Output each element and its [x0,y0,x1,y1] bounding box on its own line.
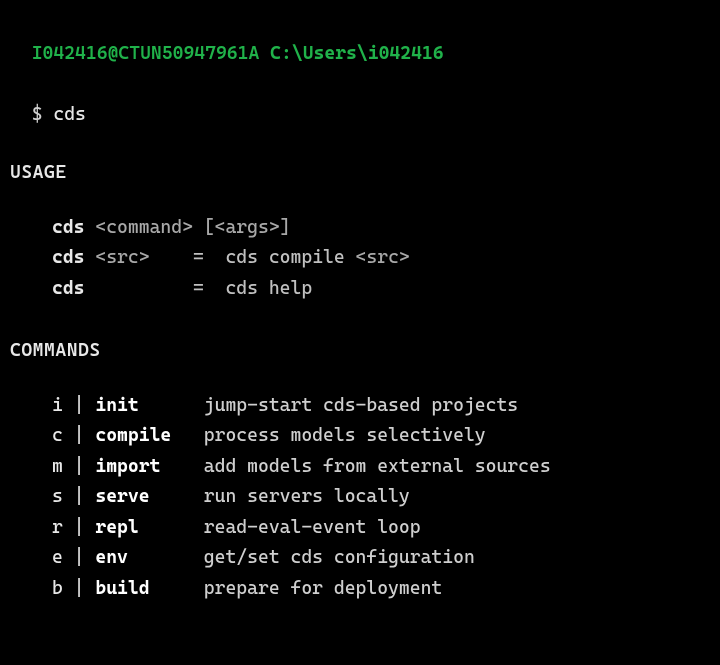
pipe-separator: | [63,395,96,416]
command-name: compile [95,425,203,446]
pipe-separator: | [63,547,96,568]
command-row: s | serve run servers locally [10,482,710,513]
command-alias: m [52,456,63,477]
command-desc: process models selectively [204,425,486,446]
command-name: serve [95,486,203,507]
command-alias: c [52,425,63,446]
usage-arg: <src> [95,247,149,268]
usage-row: cds = cds help [10,274,710,305]
command-desc: read-eval-event loop [204,517,421,538]
command-name: init [95,395,203,416]
command-desc: add models from external sources [204,456,551,477]
usage-header: USAGE [10,158,710,189]
usage-row: cds <src> = cds compile <src> [10,243,710,274]
command-alias: e [52,547,63,568]
command-alias: r [52,517,63,538]
command-desc: run servers locally [204,486,410,507]
command-desc: jump-start cds-based projects [204,395,518,416]
command-row: m | import add models from external sour… [10,452,710,483]
pipe-separator: | [63,425,96,446]
usage-row: cds <command> [<args>] [10,213,710,244]
commands-block: i | init jump-start cds-based projectsc … [10,391,710,605]
pipe-separator: | [63,578,96,599]
command-alias: i [52,395,63,416]
prompt-symbol: $ [32,104,43,125]
pipe-separator: | [63,517,96,538]
command-line[interactable]: $ cds [10,69,710,130]
typed-command: cds [53,104,86,125]
command-row: e | env get/set cds configuration [10,543,710,574]
command-desc: prepare for deployment [204,578,442,599]
command-row: r | repl read-eval-event loop [10,513,710,544]
command-name: env [95,547,203,568]
command-name: build [95,578,203,599]
user-host: I042416@CTUN50947961A [32,43,260,64]
command-alias: s [52,486,63,507]
command-row: i | init jump-start cds-based projects [10,391,710,422]
command-row: c | compile process models selectively [10,421,710,452]
command-row: b | build prepare for deployment [10,574,710,605]
prompt-line: I042416@CTUN50947961A C:\Users\i042416 [10,8,710,69]
pipe-separator: | [63,486,96,507]
command-alias: b [52,578,63,599]
command-name: import [95,456,203,477]
pipe-separator: | [63,456,96,477]
command-name: repl [95,517,203,538]
commands-header: COMMANDS [10,336,710,367]
usage-block: cds <command> [<args>] cds <src> = cds c… [10,213,710,305]
cwd: C:\Users\i042416 [270,43,443,64]
command-desc: get/set cds configuration [204,547,475,568]
